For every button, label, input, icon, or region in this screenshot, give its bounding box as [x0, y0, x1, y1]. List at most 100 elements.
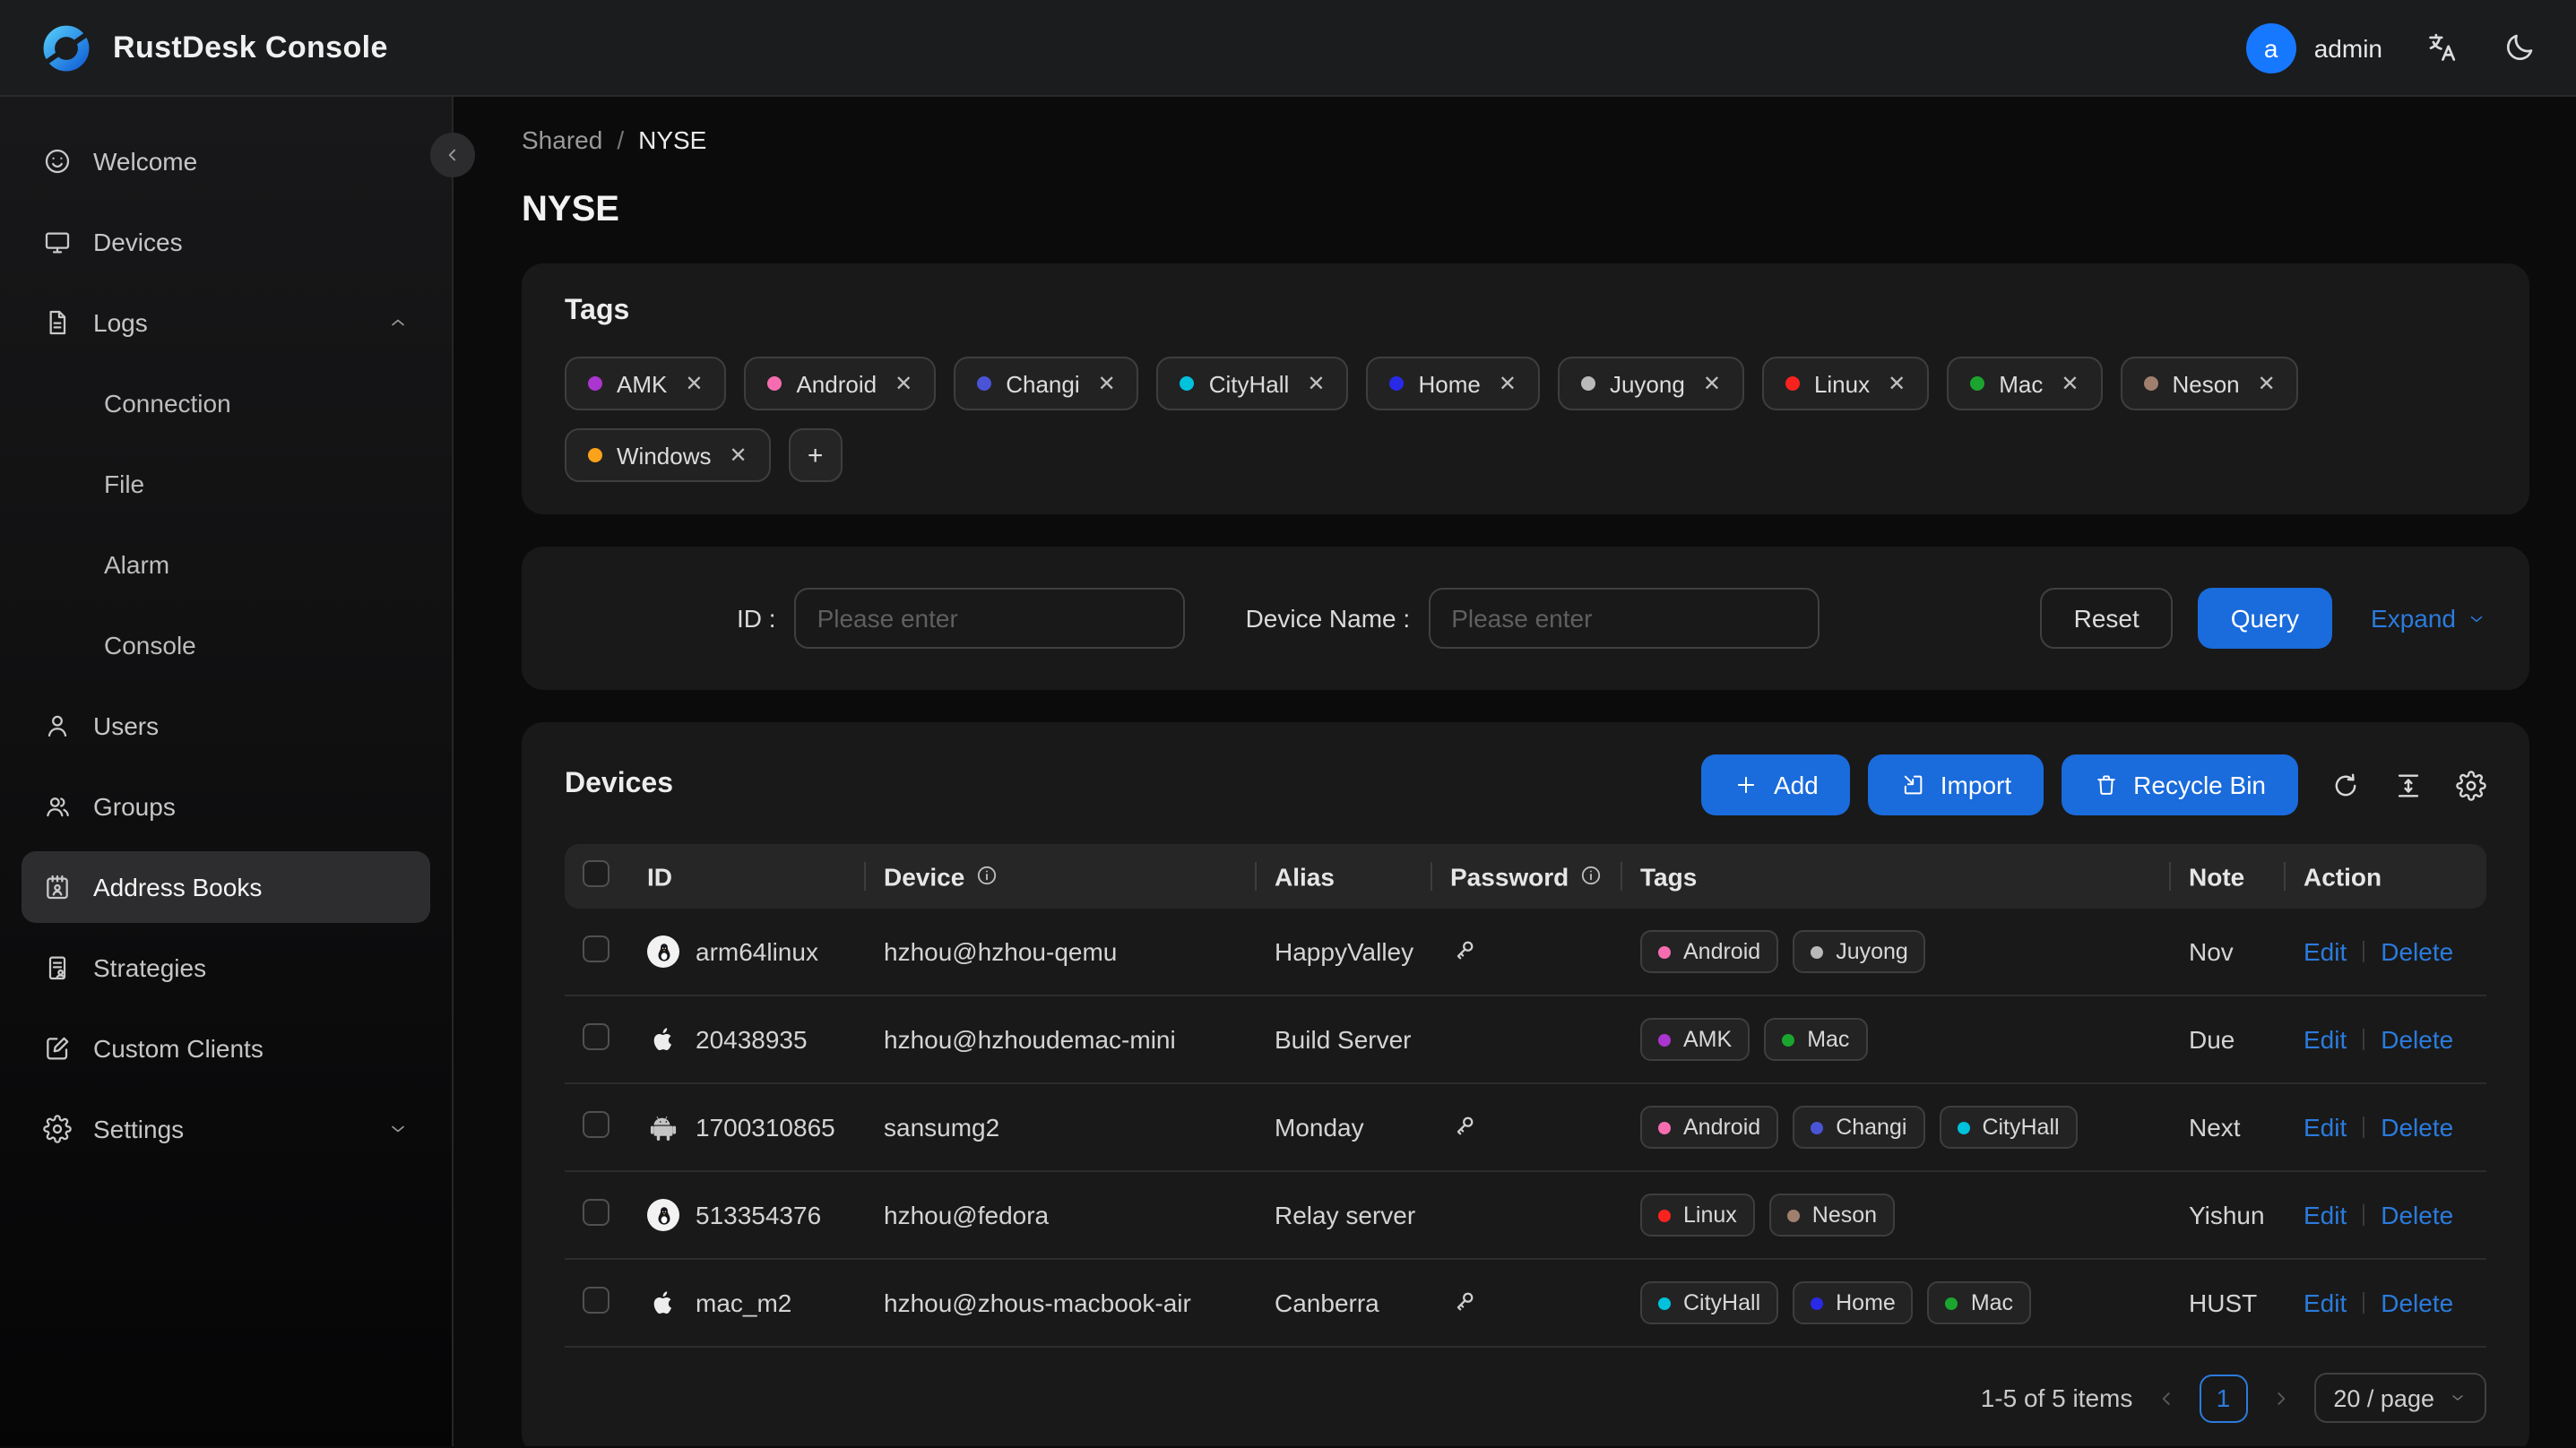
- remove-tag-icon[interactable]: ✕: [685, 371, 703, 396]
- row-checkbox[interactable]: [583, 1287, 609, 1314]
- row-checkbox[interactable]: [583, 1199, 609, 1226]
- sidebar-item-strategies[interactable]: Strategies: [22, 932, 430, 1004]
- sidebar-item-file[interactable]: File: [22, 448, 430, 520]
- brand-title: RustDesk Console: [113, 30, 388, 64]
- remove-tag-icon[interactable]: ✕: [1499, 371, 1517, 396]
- remove-tag-icon[interactable]: ✕: [895, 371, 912, 396]
- devices-card: Devices Add Import Recycle Bin ID Device…: [522, 722, 2529, 1446]
- table-row: 513354376 hzhou@fedora Relay server Linu…: [565, 1171, 2486, 1260]
- add-button[interactable]: Add: [1701, 754, 1851, 815]
- tag-color-dot: [1785, 376, 1800, 391]
- delete-link[interactable]: Delete: [2381, 1289, 2453, 1317]
- breadcrumb-parent[interactable]: Shared: [522, 125, 602, 154]
- sidebar-collapse-button[interactable]: [430, 133, 475, 177]
- tag-color-dot: [1782, 1033, 1795, 1046]
- table-settings-button[interactable]: [2456, 770, 2486, 800]
- password-key-icon[interactable]: [1450, 935, 1479, 963]
- device-name-input[interactable]: [1428, 588, 1820, 649]
- table-row: 20438935 hzhou@hzhoudemac-mini Build Ser…: [565, 996, 2486, 1084]
- delete-link[interactable]: Delete: [2381, 1201, 2453, 1229]
- sidebar-item-connection[interactable]: Connection: [22, 367, 430, 439]
- add-tag-button[interactable]: +: [788, 428, 843, 482]
- id-label: ID :: [737, 604, 776, 633]
- gear-icon: [43, 1115, 72, 1143]
- query-button[interactable]: Query: [2198, 588, 2332, 649]
- column-height-button[interactable]: [2393, 770, 2424, 800]
- reload-button[interactable]: [2330, 770, 2361, 800]
- info-icon[interactable]: [1579, 865, 1603, 888]
- sidebar-item-alarm[interactable]: Alarm: [22, 529, 430, 600]
- user-menu[interactable]: a admin: [2245, 22, 2382, 73]
- delete-link[interactable]: Delete: [2381, 1025, 2453, 1054]
- edit-link[interactable]: Edit: [2304, 937, 2347, 966]
- edit-link[interactable]: Edit: [2304, 1201, 2347, 1229]
- sidebar-item-custom-clients[interactable]: Custom Clients: [22, 1013, 430, 1084]
- tag-color-dot: [1786, 1209, 1800, 1221]
- sidebar-item-devices[interactable]: Devices: [22, 206, 430, 278]
- devices-card-title: Devices: [565, 769, 673, 799]
- reload-icon: [2335, 772, 2356, 796]
- edit-link[interactable]: Edit: [2304, 1025, 2347, 1054]
- edit-link[interactable]: Edit: [2304, 1113, 2347, 1142]
- import-button[interactable]: Import: [1868, 754, 2044, 815]
- info-icon[interactable]: [975, 865, 998, 888]
- remove-tag-icon[interactable]: ✕: [1703, 371, 1721, 396]
- id-input[interactable]: [793, 588, 1185, 649]
- row-checkbox[interactable]: [583, 1023, 609, 1050]
- remove-tag-icon[interactable]: ✕: [730, 443, 748, 468]
- page-title: NYSE: [522, 190, 619, 229]
- device-note: HUST: [2189, 1289, 2258, 1317]
- page-1-button[interactable]: 1: [2199, 1374, 2248, 1422]
- sidebar-item-console[interactable]: Console: [22, 609, 430, 681]
- tag-chip: Linux: [1640, 1194, 1755, 1237]
- language-icon[interactable]: [2425, 30, 2459, 65]
- page-size-select[interactable]: 20 / page: [2313, 1373, 2486, 1423]
- select-all-checkbox[interactable]: [583, 860, 609, 887]
- delete-link[interactable]: Delete: [2381, 1113, 2453, 1142]
- chevron-left-icon: [2162, 1392, 2170, 1404]
- sidebar: Welcome Devices Logs Connection File Ala…: [0, 97, 475, 1446]
- remove-tag-icon[interactable]: ✕: [2061, 371, 2079, 396]
- expand-link[interactable]: Expand: [2371, 604, 2486, 633]
- tags-card-title: Tags: [565, 296, 630, 326]
- remove-tag-icon[interactable]: ✕: [1888, 371, 1906, 396]
- row-checkbox[interactable]: [583, 935, 609, 962]
- tag-color-dot: [1658, 945, 1671, 958]
- chevron-down-icon: [387, 1118, 409, 1140]
- tag-color-dot: [1811, 1121, 1824, 1133]
- device-alias: Canberra: [1275, 1289, 1379, 1317]
- chevron-down-icon: [2470, 615, 2483, 622]
- sidebar-item-settings[interactable]: Settings: [22, 1093, 430, 1165]
- table-row: mac_m2 hzhou@zhous-macbook-air Canberra …: [565, 1259, 2486, 1348]
- tag-chip: Mac: [1927, 1281, 2032, 1324]
- sidebar-item-welcome[interactable]: Welcome: [22, 125, 430, 197]
- device-id: mac_m2: [696, 1289, 792, 1317]
- breadcrumb-separator: /: [617, 125, 625, 154]
- plus-icon: [1738, 776, 1756, 794]
- remove-tag-icon[interactable]: ✕: [2258, 371, 2276, 396]
- prev-page-button[interactable]: [2154, 1386, 2177, 1409]
- password-key-icon[interactable]: [1450, 1110, 1479, 1139]
- device-name: hzhou@fedora: [884, 1201, 1050, 1229]
- reset-button[interactable]: Reset: [2039, 588, 2174, 649]
- remove-tag-icon[interactable]: ✕: [1307, 371, 1325, 396]
- tag-chip: Home: [1793, 1281, 1914, 1324]
- edit-link[interactable]: Edit: [2304, 1289, 2347, 1317]
- sidebar-item-address-books[interactable]: Address Books: [22, 851, 430, 923]
- sidebar-item-groups[interactable]: Groups: [22, 771, 430, 842]
- delete-link[interactable]: Delete: [2381, 937, 2453, 966]
- recycle-bin-button[interactable]: Recycle Bin: [2062, 754, 2298, 815]
- device-name: hzhou@hzhoudemac-mini: [884, 1025, 1176, 1054]
- remove-tag-icon[interactable]: ✕: [1098, 371, 1116, 396]
- linux-icon: [647, 935, 679, 968]
- tag-chip: Neson: [1768, 1194, 1896, 1237]
- topbar: RustDesk Console a admin: [0, 0, 2576, 97]
- tag-chip: Windows ✕: [565, 428, 771, 482]
- sidebar-item-logs[interactable]: Logs: [22, 287, 430, 358]
- next-page-button[interactable]: [2269, 1386, 2292, 1409]
- password-key-icon[interactable]: [1450, 1286, 1479, 1314]
- sidebar-item-users[interactable]: Users: [22, 690, 430, 762]
- row-checkbox[interactable]: [583, 1111, 609, 1138]
- moon-icon[interactable]: [2503, 30, 2537, 65]
- avatar[interactable]: a: [2245, 22, 2296, 73]
